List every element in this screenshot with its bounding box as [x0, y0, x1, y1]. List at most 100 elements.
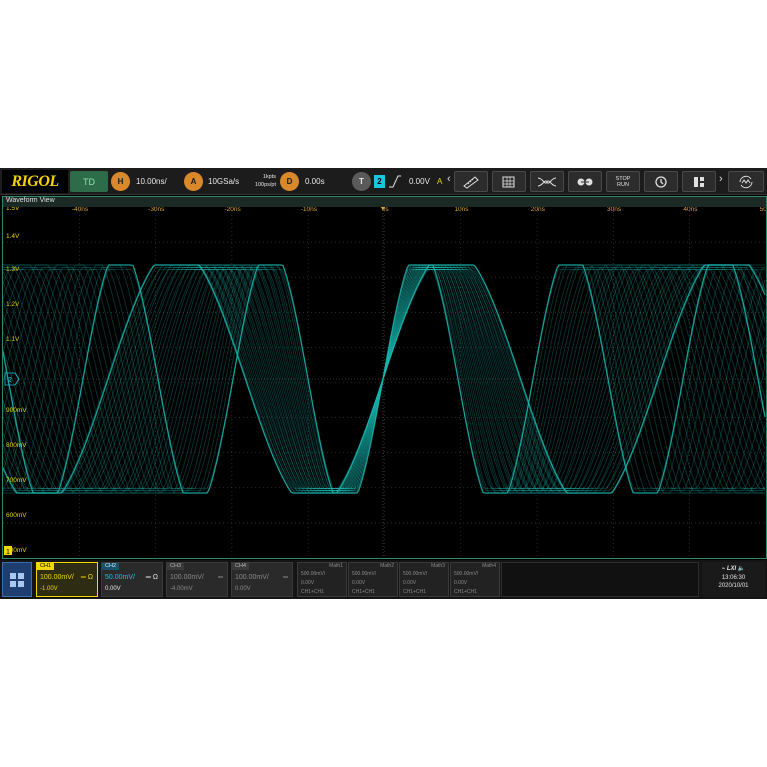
history-icon: [655, 175, 667, 188]
time-scale-label: 10ns: [454, 207, 469, 213]
layout-button[interactable]: [682, 171, 716, 192]
mode-td-button[interactable]: TD: [70, 171, 108, 192]
history-button[interactable]: [644, 171, 678, 192]
sample-rate[interactable]: 10GSa/s: [208, 172, 239, 191]
rigol-logo: RIGOL: [2, 170, 68, 193]
channel-1-scale: 100.00mV/: [40, 574, 74, 581]
time-scale-label: 40ns: [683, 207, 698, 213]
math-1-offset: 0.00V: [301, 580, 315, 586]
math-tool-button[interactable]: [530, 171, 564, 192]
rising-edge-icon: [389, 175, 401, 188]
math-3-offset: 0.00V: [403, 580, 417, 586]
trigger-mode-letter: A: [437, 177, 443, 186]
channel-1-offset: -1.00V: [40, 586, 58, 592]
channel-3-offset: -4.00mV: [170, 586, 193, 592]
waveform-plot[interactable]: 1.5V 1.4V 1.3V 1.2V 1.1V 900mV 800mV 700mV 600mV…: [3, 207, 766, 558]
stop-run-button[interactable]: STOP RUN: [606, 171, 640, 192]
waveform-cross-icon: [537, 177, 557, 186]
voltage-scale-label: 900mV: [6, 407, 27, 414]
math-2-tab: Math2: [380, 563, 394, 569]
channel-2-marker-label: 2: [8, 377, 12, 384]
voltage-scale-label: 600mV: [6, 512, 27, 519]
waveform-view-title: Waveform View: [6, 197, 55, 204]
channel-3-scale: 100.00mV/: [170, 574, 204, 581]
record-tool-button[interactable]: [568, 171, 602, 192]
math-3-expression: CH1+CH1: [403, 589, 426, 595]
channel-4-scale: 100.00mV/: [235, 574, 269, 581]
scroll-left-icon[interactable]: ‹: [447, 173, 451, 185]
channel-1-marker-label: 1: [6, 549, 10, 556]
channel-2-impedance: ═ Ω: [145, 574, 158, 581]
ruler-icon: [463, 175, 479, 189]
math-1-panel[interactable]: Math1 500.00mV/ 0.00V CH1+CH1: [297, 562, 347, 597]
time-scale-label: -20ns: [224, 207, 241, 213]
channel-2-panel[interactable]: CH2 50.00mV/ ═ Ω 0.00V: [101, 562, 163, 597]
channel-4-offset: 0.00V: [235, 586, 251, 592]
oscilloscope-screen: RIGOL TD H 10.00ns/ A 10GSa/s 1kpts 100p…: [0, 168, 767, 599]
memory-points: 1kpts: [262, 174, 276, 180]
math-2-expression: CH1+CH1: [352, 589, 375, 595]
stop-label: STOP: [615, 175, 631, 182]
info-panel: [501, 562, 699, 597]
acquire-badge[interactable]: A: [184, 172, 203, 191]
time-scale-label: 30ns: [607, 207, 622, 213]
delay-badge[interactable]: D: [280, 172, 299, 191]
horizontal-badge[interactable]: H: [111, 172, 130, 191]
time-scale-label: 20ns: [531, 207, 546, 213]
bottom-bar: CH1 100.00mV/ ═ Ω -1.00V CH2 50.00mV/ ═ …: [0, 560, 767, 599]
cursor-tool-button[interactable]: [492, 171, 526, 192]
math-4-offset: 0.00V: [454, 580, 468, 586]
math-1-expression: CH1+CH1: [301, 589, 324, 595]
math-4-panel[interactable]: Math4 500.00mV/ 0.00V CH1+CH1: [450, 562, 500, 597]
channel-3-impedance: ═: [218, 574, 223, 581]
trigger-level[interactable]: 0.00V: [409, 172, 430, 191]
math-3-tab: Math3: [431, 563, 445, 569]
math-4-expression: CH1+CH1: [454, 589, 477, 595]
math-1-tab: Math1: [329, 563, 343, 569]
channel-4-tab: CH4: [232, 563, 250, 570]
trigger-badge[interactable]: T: [352, 172, 371, 191]
grid-cursor-icon: [502, 176, 515, 187]
channel-1-tab: CH1: [37, 563, 55, 570]
time-per-point: 100ps/pt: [254, 182, 276, 188]
record-icon: [577, 178, 593, 185]
voltage-scale-label: 1.1V: [6, 336, 20, 343]
app-grid-icon: [10, 572, 24, 587]
memory-depth[interactable]: 1kpts 100ps/pt: [244, 171, 276, 192]
top-toolbar: RIGOL TD H 10.00ns/ A 10GSa/s 1kpts 100p…: [0, 168, 767, 195]
math-1-scale: 500.00mV/: [301, 571, 326, 577]
channel-4-panel[interactable]: CH4 100.00mV/ ═ 0.00V: [231, 562, 293, 597]
horizontal-scale[interactable]: 10.00ns/: [136, 172, 167, 191]
clock-date: 2020/10/01: [718, 583, 749, 589]
channel-1-impedance: ═ Ω: [80, 574, 93, 581]
time-scale-label: -40ns: [72, 207, 89, 213]
math-3-panel[interactable]: Math3 500.00mV/ 0.00V CH1+CH1: [399, 562, 449, 597]
math-3-scale: 500.00mV/: [403, 571, 428, 577]
usb-icon: ⌁: [721, 566, 726, 572]
measure-tool-button[interactable]: [454, 171, 488, 192]
scroll-right-icon[interactable]: ›: [719, 173, 723, 185]
delay-value[interactable]: 0.00s: [305, 172, 325, 191]
math-2-panel[interactable]: Math2 500.00mV/ 0.00V CH1+CH1: [348, 562, 398, 597]
voltage-scale-label: 1.5V: [6, 207, 20, 212]
trigger-source[interactable]: 2: [374, 175, 385, 188]
waveform-view-header: [3, 197, 766, 207]
voltage-scale-label: 1.4V: [6, 233, 20, 240]
math-4-scale: 500.00mV/: [454, 571, 479, 577]
home-menu-button[interactable]: [2, 562, 32, 597]
voltage-scale-label: 1.2V: [6, 301, 20, 308]
channel-3-panel[interactable]: CH3 100.00mV/ ═ -4.00mV: [166, 562, 228, 597]
auto-button[interactable]: [728, 171, 764, 192]
channel-1-panel[interactable]: CH1 100.00mV/ ═ Ω -1.00V: [36, 562, 98, 597]
status-clock[interactable]: ⌁ LXI 🔈 13:06:30 2020/10/01: [702, 562, 765, 597]
voltage-scale-label: 700mV: [6, 477, 27, 484]
time-scale-label: 50ns: [760, 207, 766, 213]
math-4-tab: Math4: [482, 563, 496, 569]
clock-time: 13:06:30: [721, 575, 746, 581]
time-scale-label: -10ns: [301, 207, 318, 213]
channel-2-offset: 0.00V: [105, 586, 121, 592]
waveform-view[interactable]: Waveform View 1.5V 1.4V 1.3V 1.2V 1.1V 900mV 8…: [2, 196, 767, 559]
channel-2-scale: 50.00mV/: [105, 574, 135, 581]
math-2-offset: 0.00V: [352, 580, 366, 586]
math-2-scale: 500.00mV/: [352, 571, 377, 577]
